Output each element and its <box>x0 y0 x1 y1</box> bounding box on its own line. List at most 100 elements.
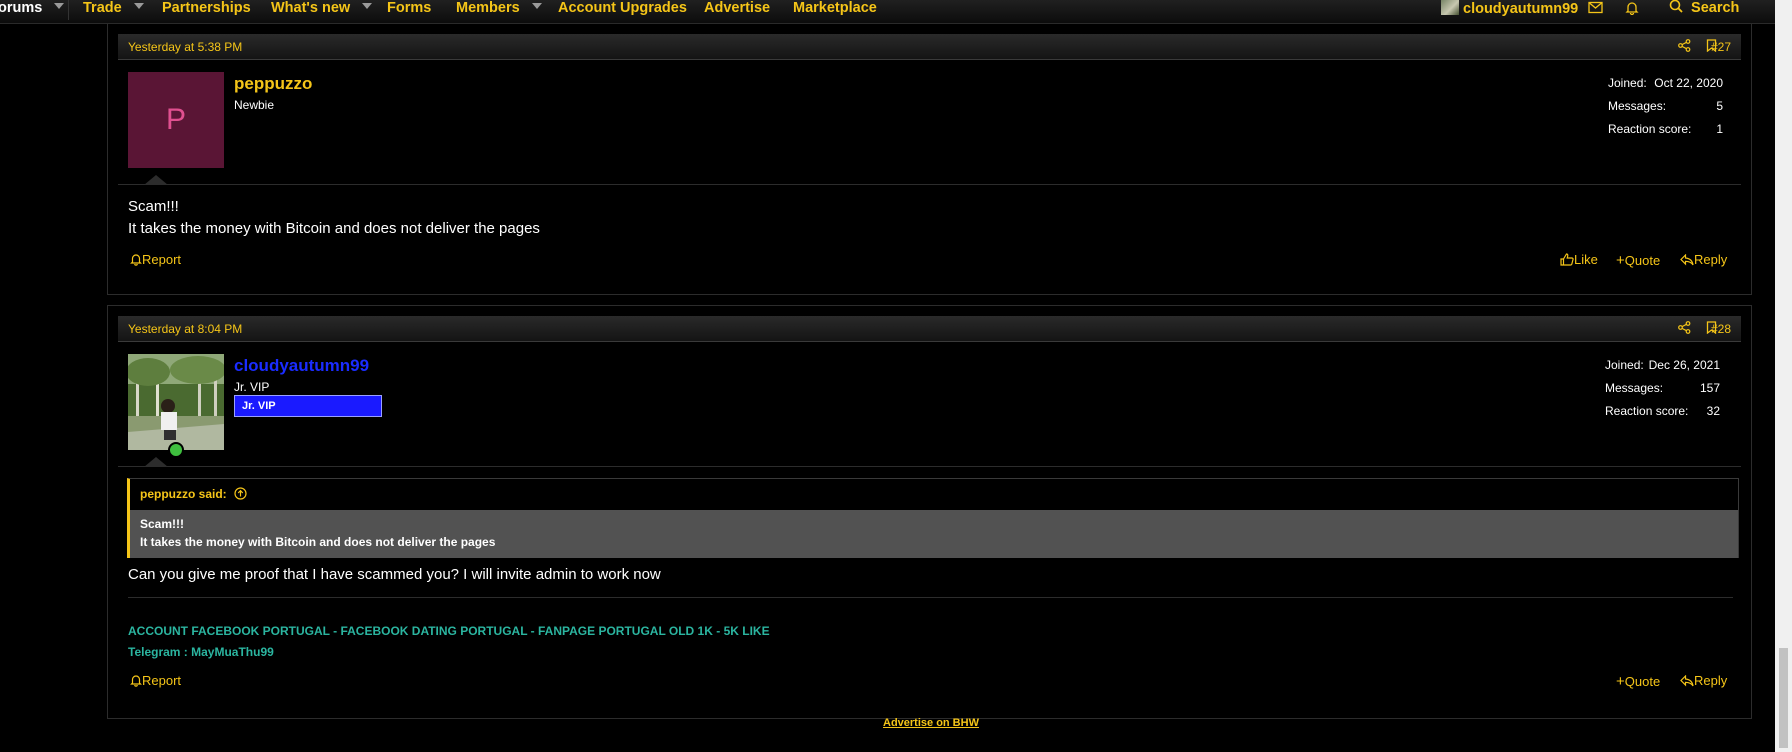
online-status-icon <box>168 442 184 458</box>
quote-block: peppuzzo said: Scam!!! It takes the mone… <box>127 478 1739 558</box>
nav-item-members[interactable]: Members <box>456 0 542 23</box>
chevron-down-icon[interactable] <box>362 3 373 10</box>
post-body: Scam!!! It takes the money with Bitcoin … <box>128 196 540 240</box>
scrollbar-thumb[interactable] <box>1779 648 1788 748</box>
account-name: cloudyautumn99 <box>1463 0 1579 17</box>
user-stats: Joined: Oct 22, 2020 Messages: 5 Reaction … <box>1608 76 1723 145</box>
user-stats: Joined: Dec 26, 2021 Messages: 157 Reactio… <box>1605 358 1720 427</box>
reply-button[interactable]: Reply <box>1680 252 1727 267</box>
divider <box>118 466 1741 467</box>
plus-icon: + <box>1616 252 1625 269</box>
reply-button[interactable]: Reply <box>1680 673 1727 688</box>
stat-label: Messages: <box>1608 99 1667 113</box>
stat-value: 157 <box>1699 381 1720 395</box>
signature-line[interactable]: Telegram : MayMuaThu99 <box>128 645 274 659</box>
stat-label: Messages: <box>1605 381 1664 395</box>
avatar[interactable] <box>128 354 224 450</box>
nav-item-label: Partnerships <box>162 0 251 16</box>
scrollbar[interactable] <box>1775 0 1792 752</box>
post-header: Yesterday at 5:38 PM #27 <box>118 34 1741 60</box>
nav-item-whats-new[interactable]: What's new <box>271 0 373 23</box>
username[interactable]: peppuzzo <box>234 74 312 94</box>
report-label: Report <box>142 252 182 267</box>
quote-line: It takes the money with Bitcoin and does… <box>140 535 496 549</box>
nav-item-label: What's new <box>271 0 351 16</box>
nav-item-marketplace[interactable]: Marketplace <box>793 0 877 23</box>
stat-messages: Messages: 5 <box>1608 99 1723 122</box>
nav-forums[interactable]: orums <box>0 0 65 23</box>
quote-author[interactable]: peppuzzo said: <box>140 487 247 501</box>
stat-value: 32 <box>1706 404 1720 418</box>
divider <box>118 184 1741 185</box>
stat-value: Dec 26, 2021 <box>1648 358 1720 372</box>
stat-label: Reaction score: <box>1605 404 1689 418</box>
quote-author-label: peppuzzo said: <box>140 487 227 501</box>
avatar <box>1441 0 1459 15</box>
chevron-down-icon[interactable] <box>531 3 542 10</box>
post-header: Yesterday at 8:04 PM #28 <box>118 316 1741 342</box>
nav-forums-label: orums <box>0 0 43 16</box>
post-28: Yesterday at 8:04 PM #28 cloudyautumn99 <box>107 305 1752 719</box>
post-body-line: It takes the money with Bitcoin and does… <box>128 220 540 237</box>
avatar[interactable]: P <box>128 72 224 168</box>
avatar-photo-image <box>128 354 224 450</box>
post-27: Yesterday at 5:38 PM #27 P peppuzzo Newb… <box>107 24 1752 295</box>
bell-icon[interactable] <box>1625 1 1639 19</box>
reply-label: Reply <box>1694 673 1728 688</box>
post-number[interactable]: #27 <box>1711 40 1731 54</box>
stat-joined: Joined: Dec 26, 2021 <box>1605 358 1720 381</box>
nav-item-label: Forms <box>387 0 432 16</box>
post-date[interactable]: Yesterday at 8:04 PM <box>128 322 242 336</box>
like-button[interactable]: Like <box>1560 252 1598 267</box>
quote-line: Scam!!! <box>140 517 185 531</box>
arrow-up-circle-icon[interactable] <box>234 487 247 500</box>
search-icon <box>1669 0 1683 16</box>
nav-item-advertise[interactable]: Advertise <box>704 0 770 23</box>
report-button[interactable]: Report <box>130 673 181 688</box>
stat-value: 5 <box>1716 99 1723 113</box>
share-icon[interactable] <box>1678 39 1691 55</box>
advertise-link[interactable]: Advertise on BHW <box>883 717 979 729</box>
bell-icon <box>130 254 142 266</box>
user-title: Jr. VIP <box>234 380 270 394</box>
user-banner: Jr. VIP <box>234 395 382 417</box>
share-icon[interactable] <box>1678 321 1691 337</box>
search-button[interactable]: Search <box>1669 0 1739 23</box>
stat-joined: Joined: Oct 22, 2020 <box>1608 76 1723 99</box>
nav-item-label: Advertise <box>704 0 771 16</box>
reply-icon <box>1680 253 1694 266</box>
nav-separator <box>68 0 69 20</box>
stat-value: Oct 22, 2020 <box>1654 76 1723 90</box>
post-number[interactable]: #28 <box>1711 322 1731 336</box>
thumbs-up-icon <box>1560 253 1574 266</box>
nav-item-account-upgrades[interactable]: Account Upgrades <box>558 0 687 23</box>
stat-label: Reaction score: <box>1608 122 1692 136</box>
signature-divider <box>128 597 1733 598</box>
report-button[interactable]: Report <box>130 252 181 267</box>
nav-item-partnerships[interactable]: Partnerships <box>162 0 251 23</box>
nav-item-trade[interactable]: Trade <box>83 0 144 23</box>
reply-icon <box>1680 674 1694 687</box>
quote-content: Scam!!! It takes the money with Bitcoin … <box>130 510 1738 558</box>
like-label: Like <box>1574 252 1598 267</box>
user-title: Newbie <box>234 98 275 112</box>
post-body-line: Scam!!! <box>128 198 179 215</box>
nav-item-label: Marketplace <box>793 0 877 16</box>
quote-label: Quote <box>1624 253 1661 268</box>
chevron-down-icon[interactable] <box>54 3 65 10</box>
stat-reaction-score: Reaction score: 1 <box>1608 122 1723 145</box>
search-label: Search <box>1691 0 1740 16</box>
mail-icon[interactable] <box>1588 1 1603 18</box>
avatar-letter: P <box>165 103 186 136</box>
quote-button[interactable]: +Quote <box>1616 252 1660 269</box>
nav-item-forms[interactable]: Forms <box>387 0 431 23</box>
post-date[interactable]: Yesterday at 5:38 PM <box>128 40 242 54</box>
username[interactable]: cloudyautumn99 <box>234 356 369 376</box>
top-navigation: orums Trade Partnerships What's new Form… <box>0 0 1775 24</box>
post-body: Can you give me proof that I have scamme… <box>128 566 661 583</box>
nav-item-label: Trade <box>83 0 122 16</box>
signature-line[interactable]: ACCOUNT FACEBOOK PORTUGAL - FACEBOOK DAT… <box>128 624 770 638</box>
account-menu[interactable]: cloudyautumn99 <box>1441 0 1578 23</box>
chevron-down-icon[interactable] <box>133 3 144 10</box>
quote-button[interactable]: +Quote <box>1616 673 1660 690</box>
